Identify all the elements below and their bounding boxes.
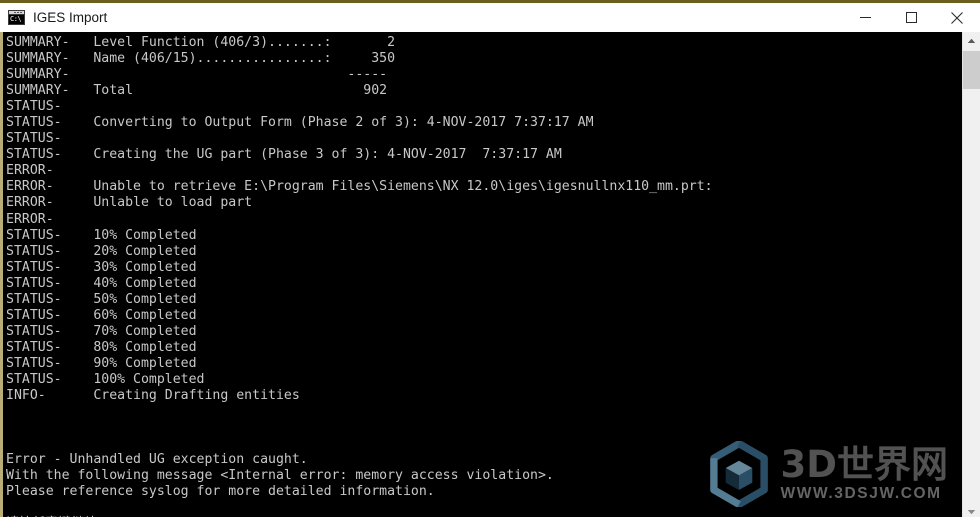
iges-import-window: C:\ IGES Import SUMMARY- Level Function … [0, 0, 980, 517]
console-line: SUMMARY- Level Function (406/3).......: … [6, 35, 396, 50]
console-line: STATUS- [6, 131, 62, 147]
scroll-up-arrow-icon[interactable] [963, 32, 980, 49]
console-line: ERROR- [6, 163, 54, 179]
console-line: ERROR- Unable to retrieve E:\Program Fil… [6, 179, 713, 195]
console-line: ERROR- [6, 211, 54, 227]
console-line: SUMMARY- Name (406/15)................: … [6, 51, 396, 67]
scroll-thumb[interactable] [963, 51, 980, 89]
console-line: STATUS- 100% Completed [6, 371, 205, 387]
console-line: STATUS- 80% Completed [6, 339, 197, 355]
console-line-error-hint: Please reference syslog for more detaile… [6, 484, 435, 500]
scroll-down-arrow-icon[interactable] [963, 503, 980, 517]
console-line: STATUS- 60% Completed [6, 307, 197, 323]
console-line: STATUS- 90% Completed [6, 355, 197, 371]
console-line: SUMMARY- Total 902 [6, 83, 388, 99]
console-line: STATUS- 40% Completed [6, 275, 197, 291]
console-line: STATUS- 10% Completed [6, 227, 197, 243]
maximize-button[interactable] [888, 3, 934, 32]
close-button[interactable] [934, 3, 980, 32]
minimize-button[interactable] [842, 3, 888, 32]
console-line-error-header: Error - Unhandled UG exception caught. [6, 452, 308, 468]
console-line: STATUS- 50% Completed [6, 291, 197, 307]
window-controls [842, 3, 980, 32]
console-line: STATUS- 70% Completed [6, 323, 197, 339]
console-line: STATUS- Creating the UG part (Phase 3 of… [6, 147, 562, 163]
console-line: ERROR- Unlable to load part [6, 195, 253, 211]
console-line: STATUS- 30% Completed [6, 259, 197, 275]
console-line: INFO- Creating Drafting entities [6, 388, 300, 404]
console-window-icon: C:\ [8, 10, 25, 25]
title-bar-left: C:\ IGES Import [0, 10, 842, 25]
vertical-scrollbar[interactable] [962, 32, 980, 517]
window-title: IGES Import [33, 10, 108, 25]
console-line: STATUS- Converting to Output Form (Phase… [6, 115, 594, 131]
console-line-error-message: With the following message <Internal err… [6, 468, 554, 484]
title-bar[interactable]: C:\ IGES Import [0, 3, 980, 32]
console-line: STATUS- [6, 99, 62, 115]
console-line: STATUS- 20% Completed [6, 243, 197, 259]
console-icon-text: C:\ [9, 15, 24, 24]
console-output-area[interactable]: SUMMARY- Level Function (406/3).......: … [0, 32, 962, 517]
console-line: SUMMARY- ----- [6, 67, 388, 83]
console-lines: SUMMARY- Level Function (406/3).......: … [3, 32, 962, 517]
